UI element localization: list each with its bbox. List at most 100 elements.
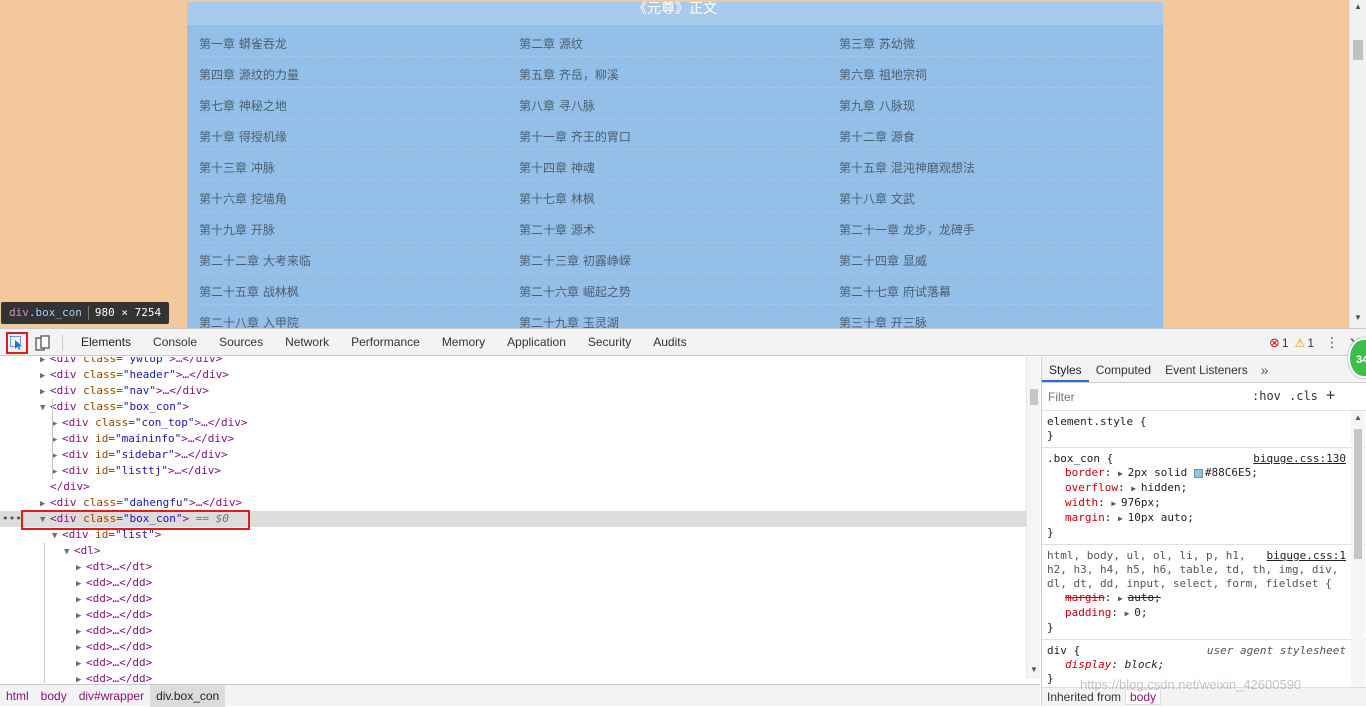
chapter-link[interactable]: 第六章 祖地宗祠 [839, 66, 927, 83]
tree-node[interactable]: ▶ <div class="ywtop">…</div> [0, 357, 1026, 367]
warning-badge[interactable]: ⚠ 1 [1295, 336, 1314, 350]
tree-node[interactable]: </div> [0, 479, 1026, 495]
css-declaration[interactable]: border: ▶ 2px solid #88C6E5; [1047, 466, 1366, 481]
tab-elements[interactable]: Elements [70, 329, 142, 356]
tab-memory[interactable]: Memory [431, 329, 496, 356]
styles-scroll-thumb[interactable] [1354, 429, 1362, 559]
tree-scroll-thumb[interactable] [1030, 389, 1038, 405]
collapse-triangle-icon[interactable]: ▶ [52, 448, 62, 464]
tree-node[interactable]: ▶ <div class="dahengfu">…</div> [0, 495, 1026, 511]
scroll-down-icon[interactable]: ▼ [1354, 313, 1362, 322]
tab-security[interactable]: Security [577, 329, 642, 356]
expand-triangle-icon[interactable]: ▼ [40, 400, 50, 416]
color-swatch[interactable] [1193, 468, 1203, 478]
css-declaration[interactable]: width: ▶ 976px; [1047, 496, 1366, 511]
chapter-link[interactable]: 第十六章 挖墙角 [199, 190, 287, 207]
page-scrollbar[interactable]: ▲ ▼ [1349, 0, 1366, 328]
collapse-triangle-icon[interactable]: ▶ [76, 656, 86, 672]
tree-node[interactable]: ▶ <dd>…</dd> [0, 639, 1026, 655]
chapter-link[interactable]: 第二章 源纹 [519, 35, 583, 52]
chapter-link[interactable]: 第二十二章 大考来临 [199, 252, 311, 269]
chapter-link[interactable]: 第十五章 混沌神磨观想法 [839, 159, 975, 176]
chapter-link[interactable]: 第十二章 源食 [839, 128, 915, 145]
chapter-link[interactable]: 第七章 神秘之地 [199, 97, 287, 114]
collapse-triangle-icon[interactable]: ▶ [52, 432, 62, 448]
tab-network[interactable]: Network [274, 329, 340, 356]
tree-node[interactable]: ▶ <dd>…</dd> [0, 607, 1026, 623]
chapter-link[interactable]: 第二十八章 入甲院 [199, 314, 299, 328]
collapse-triangle-icon[interactable]: ▶ [76, 560, 86, 576]
expand-shorthand-icon[interactable]: ▶ [1118, 469, 1128, 478]
reset-rule[interactable]: biquge.css:1 html, body, ul, ol, li, p, … [1042, 545, 1366, 640]
chapter-link[interactable]: 第十七章 林枫 [519, 190, 595, 207]
tab-audits[interactable]: Audits [642, 329, 697, 356]
tree-node[interactable]: ▶ <div class="nav">…</div> [0, 383, 1026, 399]
node-menu-icon[interactable]: ••• [2, 511, 22, 527]
chapter-link[interactable]: 第四章 源纹的力量 [199, 66, 299, 83]
device-toolbar-button[interactable] [34, 334, 52, 352]
inspect-element-button[interactable] [6, 332, 28, 354]
tab-event-listeners[interactable]: Event Listeners [1158, 357, 1255, 382]
cls-button[interactable]: .cls [1289, 389, 1318, 403]
tab-sources[interactable]: Sources [208, 329, 274, 356]
expand-shorthand-icon[interactable]: ▶ [1131, 484, 1141, 493]
tree-node[interactable]: ▶ <div class="header">…</div> [0, 367, 1026, 383]
tree-node[interactable]: ▶ <dd>…</dd> [0, 591, 1026, 607]
tree-node[interactable]: ▶ <div id="listtj">…</div> [0, 463, 1026, 479]
tree-node[interactable]: ▶ <div class="con_top">…</div> [0, 415, 1026, 431]
tree-node[interactable]: ▶ <dd>…</dd> [0, 623, 1026, 639]
chapter-link[interactable]: 第二十七章 府试落幕 [839, 283, 951, 300]
chapter-link[interactable]: 第二十四章 显威 [839, 252, 927, 269]
collapse-triangle-icon[interactable]: ▶ [52, 464, 62, 480]
collapse-triangle-icon[interactable]: ▶ [76, 624, 86, 640]
tree-node[interactable]: ▶ <dt>…</dt> [0, 559, 1026, 575]
chapter-link[interactable]: 第三十章 开三脉 [839, 314, 927, 328]
add-rule-icon[interactable]: + [1326, 386, 1335, 404]
tab-computed[interactable]: Computed [1089, 357, 1158, 382]
chapter-link[interactable]: 第十章 得授机缘 [199, 128, 287, 145]
tree-node[interactable]: ▶ <div id="maininfo">…</div> [0, 431, 1026, 447]
chapter-link[interactable]: 第十八章 文武 [839, 190, 915, 207]
more-tabs-icon[interactable]: » [1255, 357, 1275, 382]
collapse-triangle-icon[interactable]: ▶ [40, 384, 50, 400]
css-declaration[interactable]: overflow: ▶ hidden; [1047, 481, 1366, 496]
chapter-link[interactable]: 第二十九章 玉灵湖 [519, 314, 619, 328]
box-con-source-link[interactable]: biquge.css:130 [1253, 452, 1346, 466]
tree-node[interactable]: ▶ <dd>…</dd> [0, 575, 1026, 591]
styles-scrollbar[interactable]: ▲ [1351, 411, 1365, 687]
more-options-icon[interactable]: ⋮ [1320, 334, 1344, 351]
expand-shorthand-icon[interactable]: ▶ [1111, 499, 1121, 508]
collapse-triangle-icon[interactable]: ▶ [76, 592, 86, 608]
css-declaration[interactable]: padding: ▶ 0; [1047, 606, 1366, 621]
expand-shorthand-icon[interactable]: ▶ [1118, 594, 1128, 603]
chapter-link[interactable]: 第八章 寻八脉 [519, 97, 595, 114]
styles-filter-input[interactable] [1045, 387, 1241, 407]
element-style-rule[interactable]: element.style { } [1042, 411, 1366, 448]
tree-scrollbar[interactable]: ▼ [1026, 357, 1040, 679]
chapter-link[interactable]: 第二十章 源术 [519, 221, 595, 238]
chapter-link[interactable]: 第三章 苏幼微 [839, 35, 915, 52]
tree-scroll-down-icon[interactable]: ▼ [1030, 665, 1038, 674]
breadcrumb-item[interactable]: div.box_con [150, 684, 226, 707]
css-declaration[interactable]: margin: ▶ auto; [1047, 591, 1366, 606]
expand-triangle-icon[interactable]: ▼ [52, 528, 62, 544]
chapter-link[interactable]: 第五章 齐岳，柳溪 [519, 66, 619, 83]
expand-triangle-icon[interactable]: ▼ [64, 544, 74, 560]
error-badge[interactable]: ⊗ 1 [1269, 335, 1289, 351]
collapse-triangle-icon[interactable]: ▶ [52, 416, 62, 432]
chapter-link[interactable]: 第十九章 开脉 [199, 221, 275, 238]
chapter-link[interactable]: 第十三章 冲脉 [199, 159, 275, 176]
expand-shorthand-icon[interactable]: ▶ [1125, 609, 1135, 618]
tab-performance[interactable]: Performance [340, 329, 431, 356]
expand-shorthand-icon[interactable]: ▶ [1118, 514, 1128, 523]
tree-node[interactable]: ▼ <div class="box_con"> [0, 399, 1026, 415]
collapse-triangle-icon[interactable]: ▶ [76, 640, 86, 656]
tree-node[interactable]: ▶ <dd>…</dd> [0, 655, 1026, 671]
breadcrumb-item[interactable]: html [0, 685, 35, 707]
chapter-link[interactable]: 第二十六章 崛起之势 [519, 283, 631, 300]
chapter-link[interactable]: 第十四章 神魂 [519, 159, 595, 176]
chapter-link[interactable]: 第一章 蟒雀吞龙 [199, 35, 287, 52]
styles-scroll-up-icon[interactable]: ▲ [1354, 413, 1362, 422]
collapse-triangle-icon[interactable]: ▶ [40, 368, 50, 384]
collapse-triangle-icon[interactable]: ▶ [76, 576, 86, 592]
